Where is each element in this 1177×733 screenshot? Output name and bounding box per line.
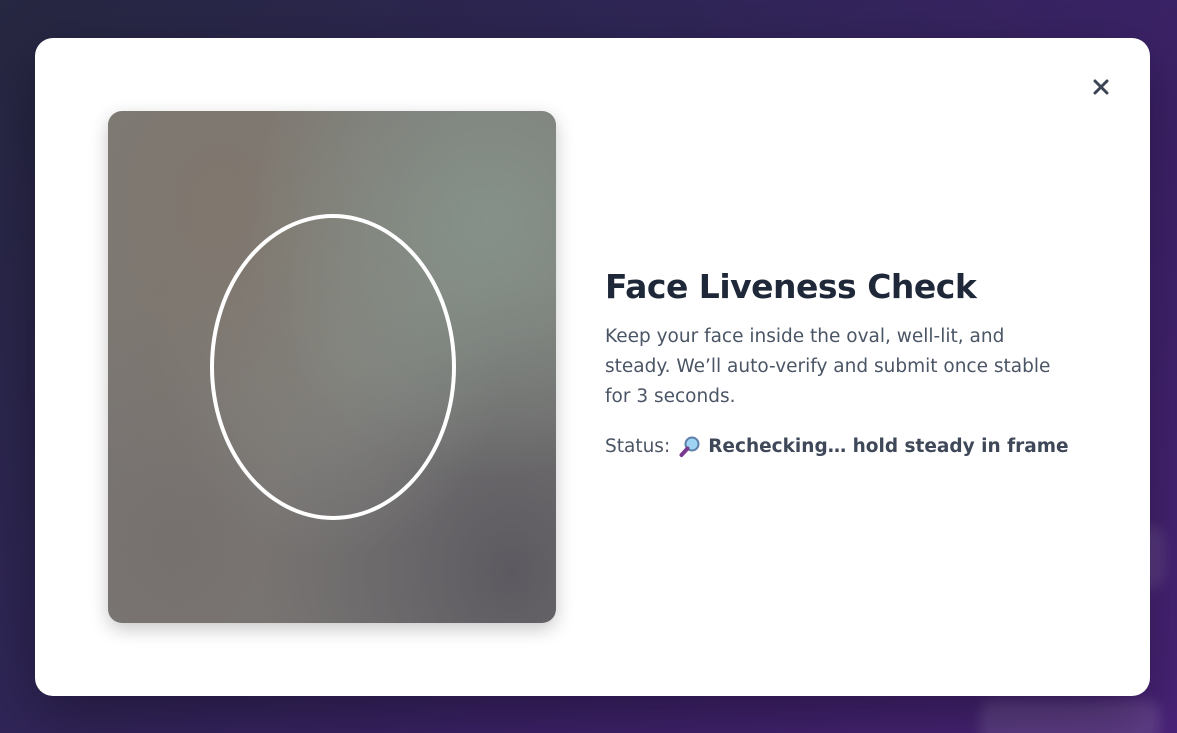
status-line: Status: Rechecking… hold steady in frame: [605, 432, 1075, 462]
close-button[interactable]: [1086, 72, 1116, 102]
instructions-text: Keep your face inside the oval, well-lit…: [605, 326, 1051, 407]
status-label: Status:: [605, 436, 671, 457]
camera-preview: [108, 111, 556, 623]
background-blurred-element: [980, 700, 1160, 733]
face-guide-oval: [210, 214, 456, 520]
info-panel: Face Liveness Check Keep your face insid…: [605, 266, 1075, 462]
page-title: Face Liveness Check: [605, 267, 977, 306]
magnifying-glass-icon: [678, 435, 702, 459]
status-text: Rechecking… hold steady in frame: [708, 436, 1069, 457]
close-icon: [1093, 79, 1109, 95]
liveness-modal: Face Liveness Check Keep your face insid…: [35, 38, 1150, 696]
